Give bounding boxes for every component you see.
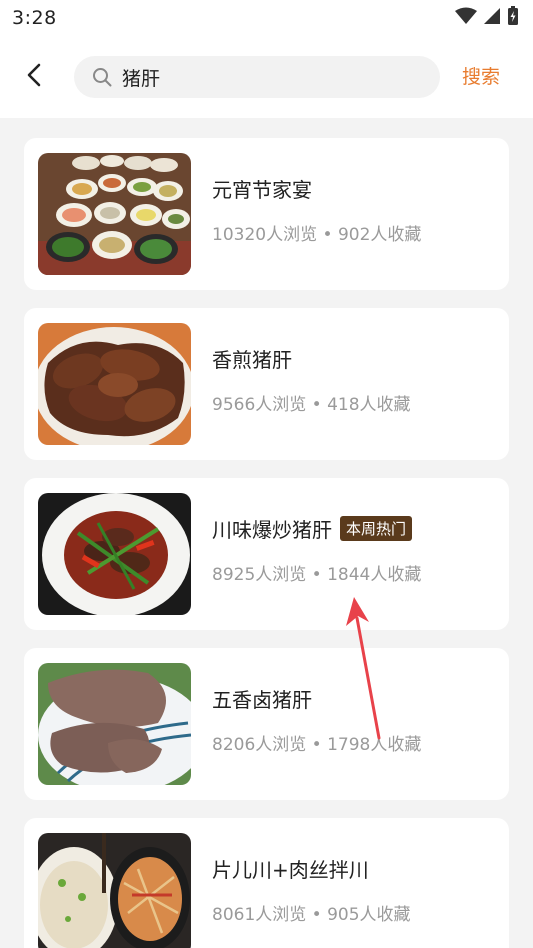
recipe-stats: 8925人浏览 • 1844人收藏	[212, 560, 421, 585]
battery-charging-icon	[507, 6, 519, 30]
wifi-icon	[455, 7, 477, 29]
recipe-title: 片儿川+肉丝拌川	[212, 858, 369, 882]
favorite-count: 1798人收藏	[327, 735, 422, 755]
recipe-stats: 8061人浏览 • 905人收藏	[212, 900, 411, 925]
status-bar: 3:28	[0, 0, 533, 36]
search-box[interactable]	[74, 56, 440, 98]
status-time: 3:28	[12, 7, 57, 29]
search-submit-button[interactable]: 搜索	[462, 62, 500, 89]
stats-separator: •	[311, 395, 322, 415]
favorite-count: 902人收藏	[337, 225, 422, 245]
stats-separator: •	[322, 225, 333, 245]
recipe-results-list: 元宵节家宴 10320人浏览 • 902人收藏 香煎猪肝 9566人浏览 • 4…	[24, 138, 509, 948]
stats-separator: •	[311, 905, 322, 925]
recipe-thumbnail	[38, 493, 191, 615]
back-arrow-icon	[24, 63, 44, 91]
recipe-card[interactable]: 五香卤猪肝 8206人浏览 • 1798人收藏	[24, 648, 509, 800]
recipe-card[interactable]: 片儿川+肉丝拌川 8061人浏览 • 905人收藏	[24, 818, 509, 948]
back-button[interactable]	[14, 57, 54, 97]
stats-separator: •	[311, 735, 322, 755]
recipe-title: 元宵节家宴	[212, 178, 312, 202]
recipe-title-row: 五香卤猪肝	[212, 684, 312, 713]
recipe-stats: 9566人浏览 • 418人收藏	[212, 390, 411, 415]
recipe-card[interactable]: 香煎猪肝 9566人浏览 • 418人收藏	[24, 308, 509, 460]
recipe-title: 五香卤猪肝	[212, 688, 312, 712]
recipe-title: 川味爆炒猪肝	[212, 518, 332, 542]
favorite-count: 905人收藏	[327, 905, 411, 925]
recipe-title-row: 片儿川+肉丝拌川	[212, 854, 369, 883]
recipe-card[interactable]: 川味爆炒猪肝 本周热门 8925人浏览 • 1844人收藏	[24, 478, 509, 630]
view-count: 10320人浏览	[212, 225, 318, 245]
recipe-thumbnail	[38, 663, 191, 785]
recipe-title: 香煎猪肝	[212, 348, 292, 372]
search-header: 搜索	[0, 36, 533, 118]
weekly-hot-badge: 本周热门	[340, 516, 413, 541]
recipe-thumbnail	[38, 323, 191, 445]
view-count: 8925人浏览	[212, 565, 307, 585]
stats-separator: •	[311, 565, 322, 585]
view-count: 9566人浏览	[212, 395, 307, 415]
search-input[interactable]	[122, 66, 422, 88]
favorite-count: 1844人收藏	[327, 565, 422, 585]
favorite-count: 418人收藏	[327, 395, 411, 415]
view-count: 8206人浏览	[212, 735, 307, 755]
recipe-card[interactable]: 元宵节家宴 10320人浏览 • 902人收藏	[24, 138, 509, 290]
cellular-signal-icon	[483, 7, 501, 29]
recipe-thumbnail	[38, 153, 191, 275]
recipe-thumbnail	[38, 833, 191, 948]
recipe-stats: 8206人浏览 • 1798人收藏	[212, 730, 421, 755]
recipe-title-row: 川味爆炒猪肝 本周热门	[212, 514, 413, 543]
search-icon	[92, 67, 112, 87]
recipe-stats: 10320人浏览 • 902人收藏	[212, 220, 421, 245]
status-icons	[455, 6, 519, 30]
recipe-title-row: 元宵节家宴	[212, 174, 312, 203]
view-count: 8061人浏览	[212, 905, 307, 925]
recipe-title-row: 香煎猪肝	[212, 344, 292, 373]
